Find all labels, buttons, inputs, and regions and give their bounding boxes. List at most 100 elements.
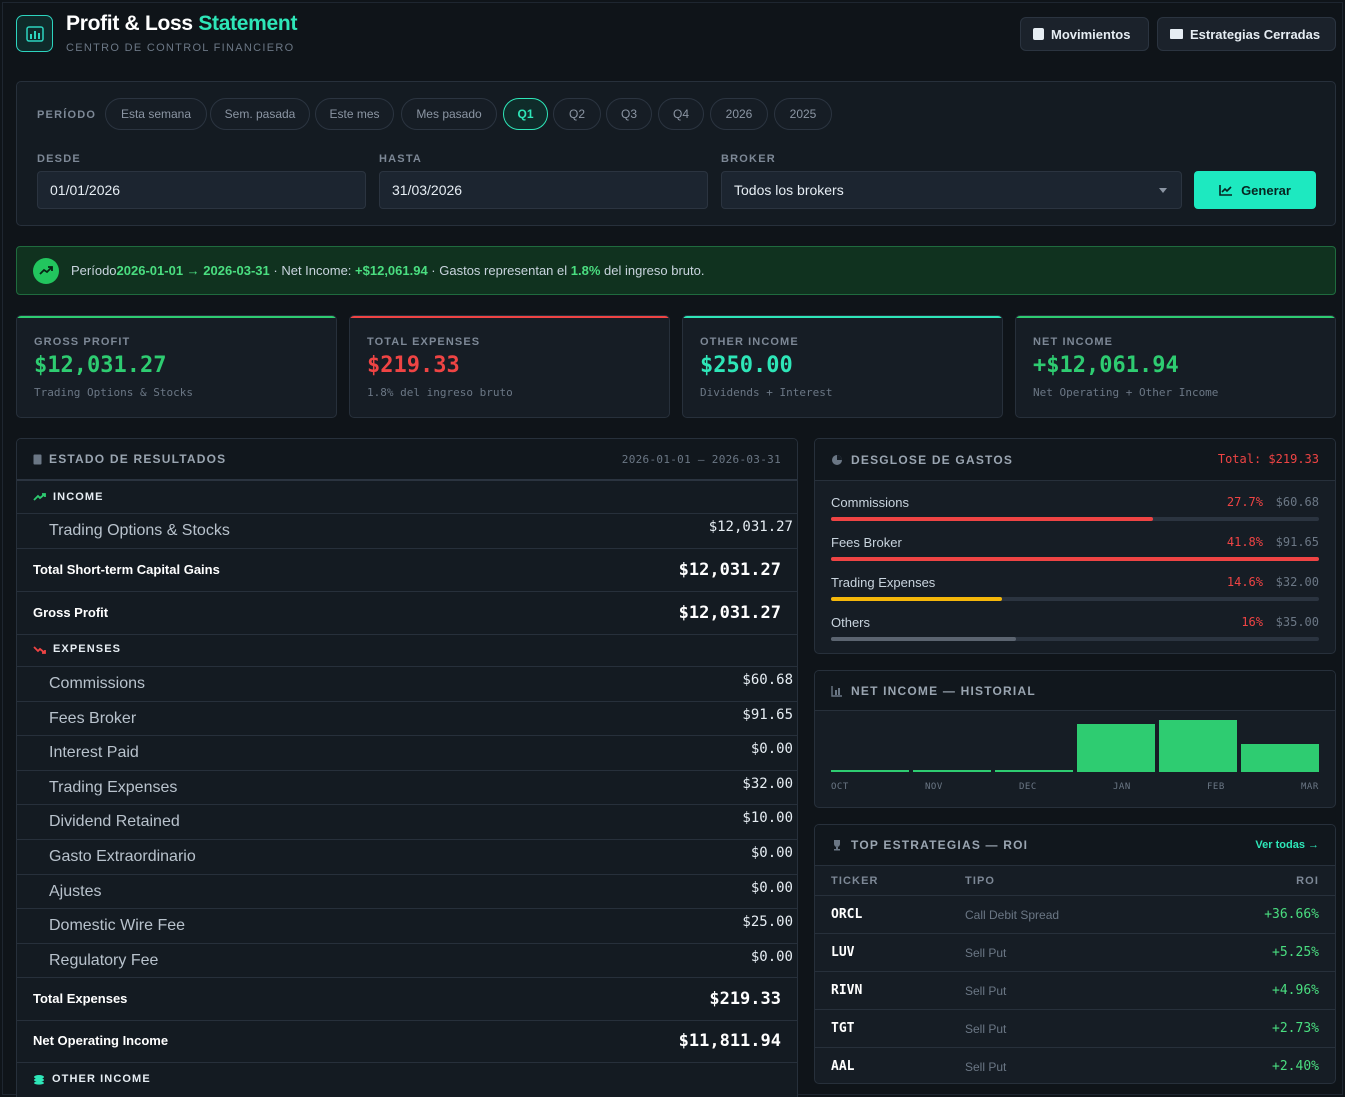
row-label: Interest Paid	[49, 744, 139, 762]
period-chip-mes-pasado[interactable]: Mes pasado	[401, 98, 497, 130]
banner-net: +$12,061.94	[355, 263, 428, 278]
movimientos-button[interactable]: Movimientos	[1020, 17, 1149, 51]
strategy-row[interactable]: RIVN Sell Put +4.96%	[815, 971, 1335, 1009]
strategy-type: Call Debit Spread	[965, 908, 1060, 922]
expense-row: Fees Broker $91.65	[17, 700, 797, 736]
strategy-roi: +4.96%	[1272, 983, 1319, 998]
history-bar-nov	[913, 770, 991, 772]
caret-down-icon	[1159, 188, 1167, 193]
row-value: $0.00	[750, 845, 793, 861]
period-chip-q2[interactable]: Q2	[553, 98, 601, 130]
strategy-ticker: AAL	[831, 1059, 855, 1074]
strategy-row[interactable]: AAL Sell Put +2.40%	[815, 1047, 1335, 1083]
broker-value: Todos los brokers	[734, 182, 844, 198]
strategy-row[interactable]: ORCL Call Debit Spread +36.66%	[815, 895, 1335, 933]
desde-label: DESDE	[37, 153, 81, 165]
strategy-row[interactable]: LUV Sell Put +5.25%	[815, 933, 1335, 971]
statement-title: ESTADO DE RESULTADOS	[49, 452, 227, 466]
row-label: Dividend Retained	[49, 813, 180, 831]
broker-select[interactable]: Todos los brokers	[721, 171, 1182, 209]
strategy-row[interactable]: TGT Sell Put +2.73%	[815, 1009, 1335, 1047]
period-chip-este-mes[interactable]: Este mes	[315, 98, 394, 130]
strategy-roi: +2.40%	[1272, 1059, 1319, 1074]
statement-range: 2026-01-01 — 2026-03-31	[621, 452, 781, 466]
top-title: TOP ESTRATEGIAS — ROI	[851, 838, 1029, 852]
kpi-label: TOTAL EXPENSES	[367, 336, 481, 348]
period-chip-sem-pasada[interactable]: Sem. pasada	[210, 98, 310, 130]
ver-todas-link[interactable]: Ver todas →	[1255, 839, 1319, 851]
expense-fill	[831, 557, 1319, 561]
period-chip-2026[interactable]: 2026	[710, 98, 768, 130]
periodo-label: PERÍODO	[37, 109, 97, 121]
hasta-field[interactable]: 31/03/2026	[379, 171, 708, 209]
row-label: Total Expenses	[33, 991, 128, 1006]
period-chip-esta-semana[interactable]: Esta semana	[105, 98, 207, 130]
history-bar-mar	[1241, 744, 1319, 772]
kpi-label: GROSS PROFIT	[34, 336, 131, 348]
strategy-roi: +2.73%	[1272, 1021, 1319, 1036]
generar-button[interactable]: Generar	[1194, 171, 1316, 209]
expense-pct: 14.6%	[1226, 575, 1263, 589]
book-icon	[1033, 28, 1044, 40]
broker-label: BROKER	[721, 153, 776, 165]
category-label: OTHER INCOME	[52, 1073, 151, 1085]
expense-row: Gasto Extraordinario $0.00	[17, 839, 797, 874]
top-strategies-panel: TOP ESTRATEGIAS — ROI Ver todas → TICKER…	[814, 824, 1336, 1084]
expense-fill	[831, 597, 1002, 601]
history-title-wrap: NET INCOME — HISTORIAL	[831, 684, 1036, 698]
row-value: $0.00	[750, 879, 793, 896]
pie-chart-icon	[832, 455, 842, 465]
other-income-divider	[17, 1062, 797, 1063]
page-subtitle: CENTRO DE CONTROL FINANCIERO	[66, 42, 295, 54]
banner-pct: 1.8%	[570, 263, 601, 278]
expense-breakdown-row: Commissions 27.7% $60.68	[831, 495, 1319, 523]
page-title: Profit & Loss Statement	[66, 12, 297, 36]
category-expenses: EXPENSES	[33, 643, 121, 655]
row-label: Trading Options & Stocks	[49, 522, 230, 539]
row-value: $12,031.27	[678, 560, 781, 580]
th-roi: ROI	[1296, 875, 1319, 887]
expense-track	[831, 517, 1319, 521]
category-income: INCOME	[33, 491, 104, 503]
category-label: EXPENSES	[53, 643, 122, 655]
history-month-label: DEC	[1019, 782, 1037, 792]
period-chip-2025[interactable]: 2025	[774, 98, 832, 130]
row-value: $11,811.94	[678, 1031, 781, 1051]
history-bar-jan	[1077, 724, 1155, 772]
estrategias-label: Estrategias Cerradas	[1190, 26, 1321, 42]
kpi-card-2: TOTAL EXPENSES $219.33 1.8% del ingreso br…	[349, 315, 670, 418]
kpi-accent-bar	[683, 316, 1002, 318]
kpi-value: $219.33	[367, 353, 460, 378]
strategy-type: Sell Put	[965, 1060, 1007, 1074]
banner-text-4: del ingreso bruto.	[600, 263, 705, 278]
period-chip-q3[interactable]: Q3	[606, 98, 652, 130]
expense-breakdown-row: Trading Expenses 14.6% $32.00	[831, 575, 1319, 603]
kpi-card-3: OTHER INCOME $250.00 Dividends + Interest	[682, 315, 1003, 418]
row-label: Domestic Wire Fee	[49, 917, 186, 935]
breakdown-total: Total: $219.33	[1217, 452, 1319, 466]
period-chip-q4[interactable]: Q4	[658, 98, 704, 130]
expense-row: Dividend Retained $10.00	[17, 804, 797, 839]
row-value: $12,031.27	[708, 519, 793, 535]
kpi-accent-bar	[17, 316, 336, 318]
row-label: Fees Broker	[49, 709, 137, 727]
history-bar-oct	[831, 770, 909, 772]
strategy-ticker: TGT	[831, 1021, 855, 1036]
expense-amount: $35.00	[1275, 615, 1319, 629]
title-main: Profit & Loss	[66, 12, 193, 35]
estrategias-cerradas-button[interactable]: Estrategias Cerradas	[1157, 17, 1336, 51]
category-label: INCOME	[53, 491, 104, 503]
total-expenses-row: Total Expenses $219.33	[17, 977, 797, 1020]
desde-field[interactable]: 01/01/2026	[37, 171, 366, 209]
period-chip-q1[interactable]: Q1	[503, 98, 548, 130]
kpi-accent-bar	[350, 316, 669, 318]
chart-logo-icon	[16, 15, 53, 52]
expense-breakdown-row: Fees Broker 41.8% $91.65	[831, 535, 1319, 563]
expense-row: Domestic Wire Fee $25.00	[17, 908, 797, 943]
expense-row: Commissions $60.68	[17, 666, 797, 701]
kpi-value: $250.00	[700, 353, 793, 378]
total-st-gains-row: Total Short-term Capital Gains $12,031.27	[17, 548, 797, 591]
generar-label: Generar	[1241, 182, 1291, 198]
line-chart-icon	[1219, 185, 1233, 196]
expense-row: Trading Expenses $32.00	[17, 769, 797, 805]
